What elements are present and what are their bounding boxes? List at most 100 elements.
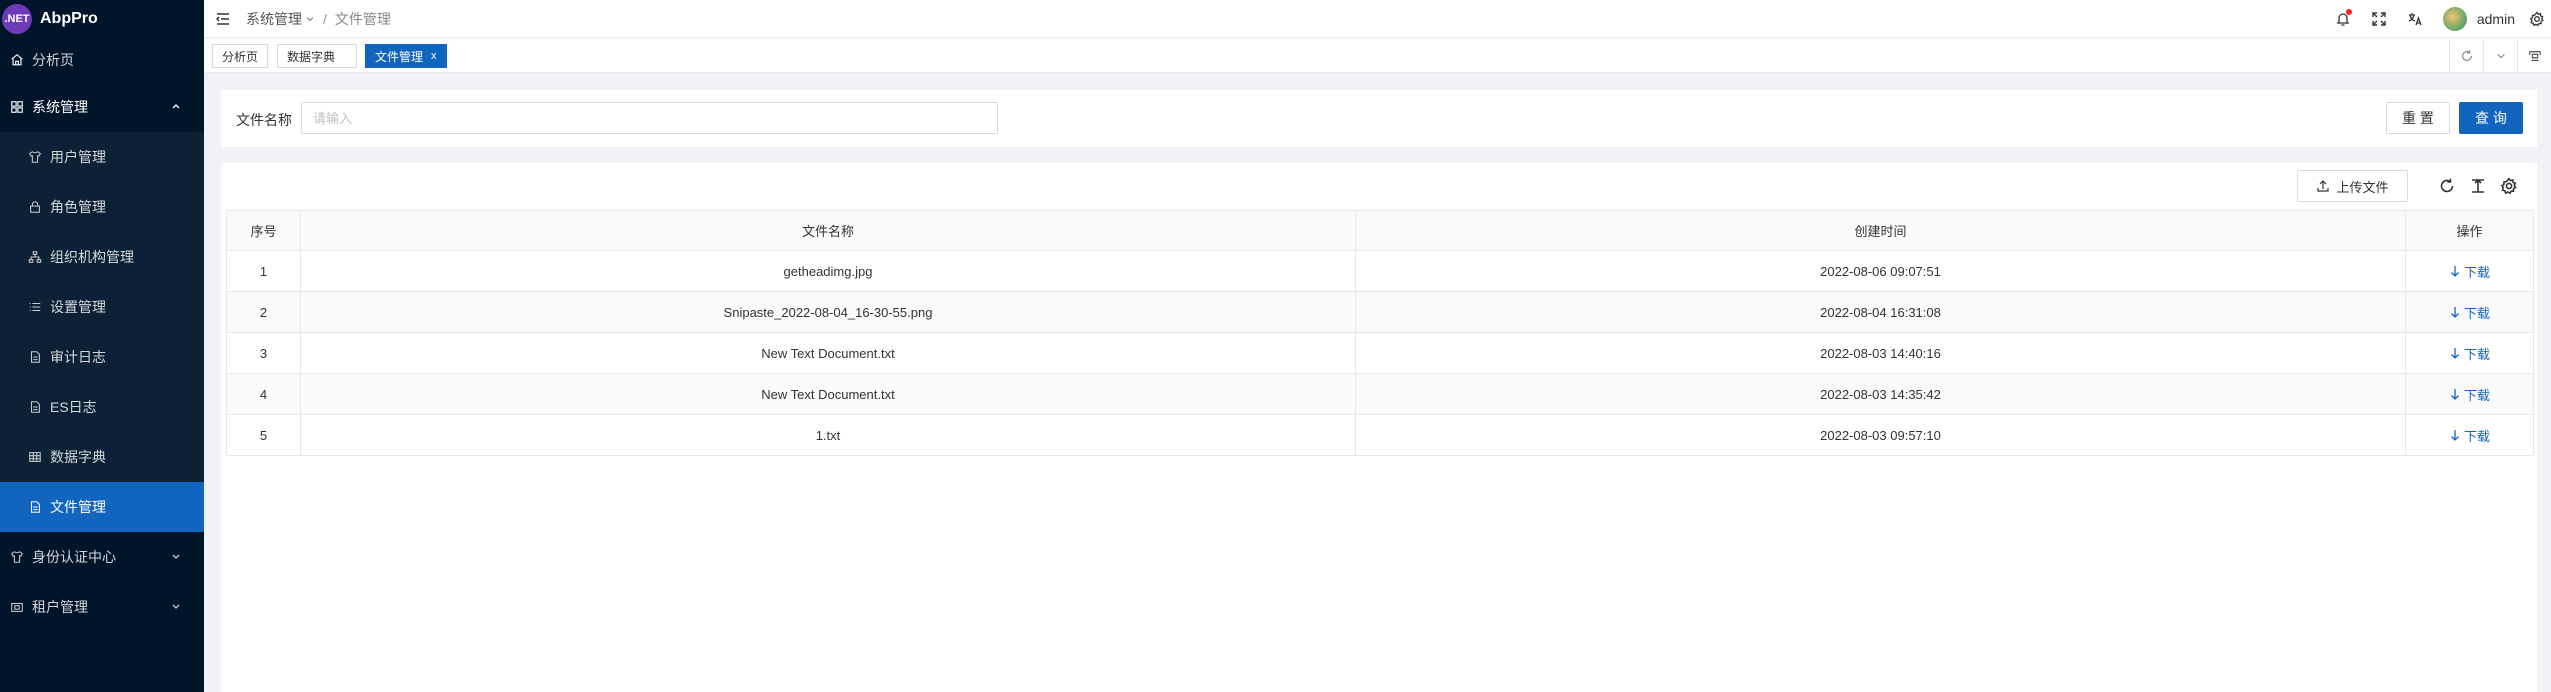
avatar[interactable]	[2442, 7, 2467, 31]
tabs-bar: 分析页 数据字典 文件管理 x	[204, 39, 2551, 73]
sidebar-item-settings[interactable]: 设置管理	[0, 282, 204, 332]
column-header-action: 操作	[2405, 210, 2534, 251]
sidebar-item-label: 设置管理	[50, 299, 106, 315]
sidebar-item-users[interactable]: 用户管理	[0, 132, 204, 182]
file-table-card: 上传文件 序号 文件名称 创建时间 操作 1 getheadimg.jpg 20…	[221, 163, 2537, 692]
file-icon	[28, 500, 42, 514]
download-label: 下载	[2463, 387, 2490, 403]
gear-icon[interactable]	[2499, 176, 2519, 196]
cell-index: 2	[226, 291, 301, 333]
sidebar-item-dictionary[interactable]: 数据字典	[0, 432, 204, 482]
logo-badge: .NET	[2, 4, 32, 34]
cell-index: 1	[226, 250, 301, 292]
chevron-down-icon	[172, 604, 180, 609]
top-header: 系统管理 / 文件管理 admin	[204, 0, 2551, 38]
sidebar-item-analysis[interactable]: 分析页	[0, 38, 204, 82]
tab-label: 数据字典	[287, 49, 336, 64]
home-icon	[10, 53, 24, 67]
table-row: 4 New Text Document.txt 2022-08-03 14:35…	[226, 373, 2534, 415]
sidebar-item-roles[interactable]: 角色管理	[0, 182, 204, 232]
cell-created: 2022-08-03 09:57:10	[1355, 414, 2406, 456]
sidebar-item-tenants[interactable]: 租户管理	[0, 582, 204, 632]
sidebar-item-label: 用户管理	[50, 149, 106, 165]
list-icon	[28, 300, 42, 314]
cell-action: 下载	[2405, 414, 2534, 456]
table-row: 3 New Text Document.txt 2022-08-03 14:40…	[226, 332, 2534, 374]
bell-icon[interactable]	[2333, 9, 2353, 29]
column-header-index: 序号	[226, 210, 301, 251]
table-row: 2 Snipaste_2022-08-04_16-30-55.png 2022-…	[226, 291, 2534, 333]
cell-action: 下载	[2405, 291, 2534, 333]
cell-index: 4	[226, 373, 301, 415]
sidebar-item-label: 系统管理	[32, 99, 88, 115]
arrow-down-icon	[2451, 307, 2459, 318]
table-row: 5 1.txt 2022-08-03 09:57:10 下载	[226, 414, 2534, 456]
sidebar-item-system[interactable]: 系统管理	[0, 82, 204, 132]
reset-button[interactable]: 重 置	[2386, 102, 2450, 134]
file-name-label: 文件名称	[236, 112, 292, 128]
cell-file-name: New Text Document.txt	[300, 332, 1356, 374]
reload-icon[interactable]	[2437, 176, 2457, 196]
cell-created: 2022-08-06 09:07:51	[1355, 250, 2406, 292]
chevron-down-icon	[172, 554, 180, 559]
fullscreen-icon[interactable]	[2369, 9, 2389, 29]
sidebar-item-identity[interactable]: 身份认证中心	[0, 532, 204, 582]
cell-file-name: Snipaste_2022-08-04_16-30-55.png	[300, 291, 1356, 333]
sidebar-item-audit-log[interactable]: 审计日志	[0, 332, 204, 382]
sidebar-item-label: ES日志	[50, 399, 97, 415]
refresh-icon[interactable]	[2449, 39, 2483, 73]
chevron-down-icon[interactable]	[2483, 39, 2517, 73]
download-link[interactable]: 下载	[2449, 303, 2490, 322]
tab-label: 分析页	[222, 49, 259, 64]
file-table: 序号 文件名称 创建时间 操作 1 getheadimg.jpg 2022-08…	[226, 210, 2534, 456]
gear-icon[interactable]	[2527, 9, 2547, 29]
upload-icon	[2317, 180, 2330, 192]
download-link[interactable]: 下载	[2449, 426, 2490, 445]
tab-analysis[interactable]: 分析页	[212, 44, 269, 68]
download-label: 下载	[2463, 346, 2490, 362]
tab-close-button[interactable]: x	[431, 50, 437, 62]
column-height-icon[interactable]	[2468, 176, 2488, 196]
arrow-down-icon	[2451, 389, 2459, 400]
download-label: 下载	[2463, 305, 2490, 321]
cell-created: 2022-08-03 14:40:16	[1355, 332, 2406, 374]
upload-file-label: 上传文件	[2336, 179, 2389, 195]
query-button[interactable]: 查 询	[2459, 102, 2523, 134]
download-link[interactable]: 下载	[2449, 385, 2490, 404]
breadcrumb-item-system[interactable]: 系统管理	[246, 9, 302, 29]
sidebar-item-org[interactable]: 组织机构管理	[0, 232, 204, 282]
expand-icon[interactable]	[2517, 39, 2551, 73]
tabs-tools	[2449, 39, 2551, 73]
shirt-icon	[10, 550, 24, 564]
tab-dictionary[interactable]: 数据字典	[277, 44, 357, 68]
header-actions: admin	[2325, 0, 2551, 38]
logo[interactable]: .NET AbpPro	[0, 0, 204, 38]
cell-index: 5	[226, 414, 301, 456]
column-header-name: 文件名称	[300, 210, 1356, 251]
cell-file-name: New Text Document.txt	[300, 373, 1356, 415]
submenu-system: 用户管理 角色管理 组织机构管理 设置管理 审计日志 ES日志 数据字典 文件管…	[0, 132, 204, 532]
cell-action: 下载	[2405, 332, 2534, 374]
file-name-input[interactable]	[301, 102, 998, 134]
sidebar-item-es-log[interactable]: ES日志	[0, 382, 204, 432]
sidebar-item-files[interactable]: 文件管理	[0, 482, 204, 532]
translate-icon[interactable]	[2405, 9, 2425, 29]
tab-files[interactable]: 文件管理 x	[365, 44, 447, 68]
username[interactable]: admin	[2477, 11, 2515, 27]
sidebar-item-label: 租户管理	[32, 599, 88, 615]
tab-label: 文件管理	[375, 49, 424, 64]
menu-fold-icon[interactable]	[214, 10, 232, 28]
app-name: AbpPro	[40, 10, 98, 27]
download-link[interactable]: 下载	[2449, 262, 2490, 281]
shirt-icon	[28, 150, 42, 164]
grid-icon	[10, 100, 24, 114]
download-link[interactable]: 下载	[2449, 344, 2490, 363]
cell-created: 2022-08-03 14:35:42	[1355, 373, 2406, 415]
arrow-down-icon	[2451, 430, 2459, 441]
cell-action: 下载	[2405, 373, 2534, 415]
chevron-down-icon[interactable]	[305, 14, 315, 24]
upload-file-button[interactable]: 上传文件	[2297, 170, 2408, 202]
arrow-down-icon	[2451, 348, 2459, 359]
lock-icon	[28, 200, 42, 214]
breadcrumb-item-current: 文件管理	[334, 10, 391, 27]
